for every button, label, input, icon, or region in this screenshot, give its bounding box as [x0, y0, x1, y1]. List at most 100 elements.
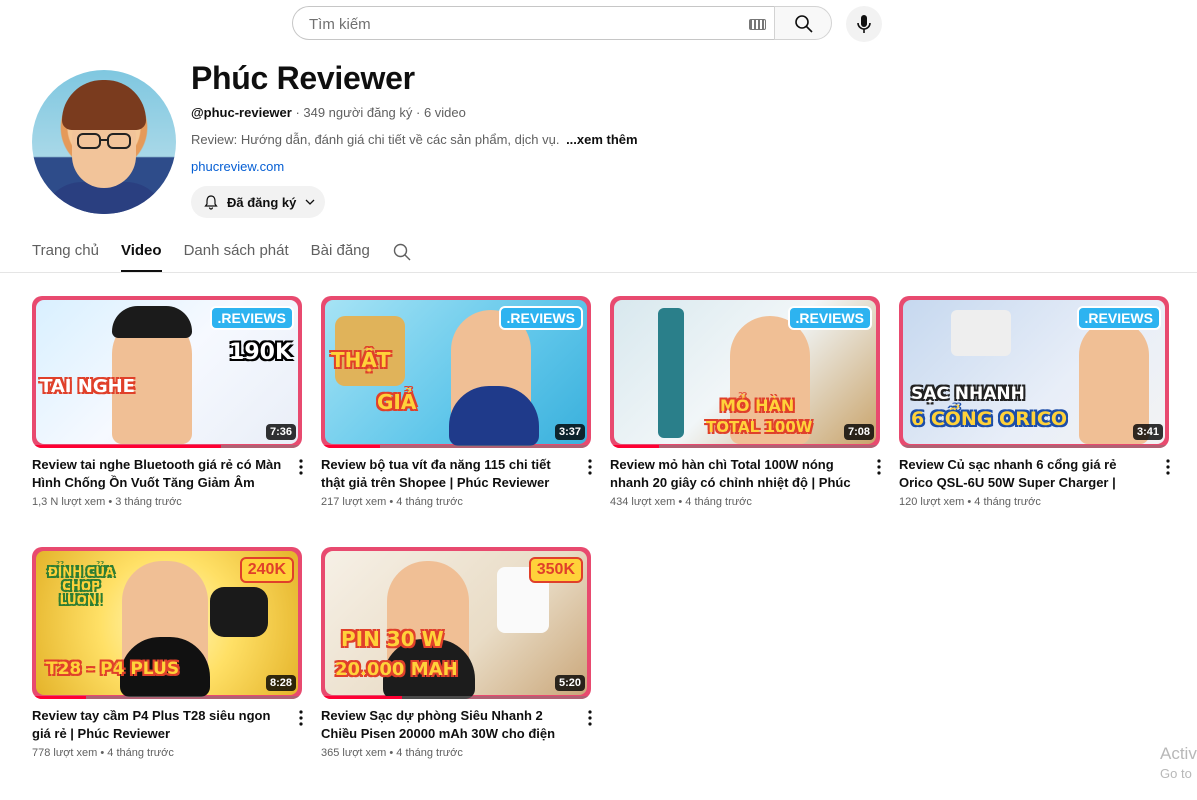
- video-card[interactable]: 240K ĐỈNH CỦA CHÓP LUÔN! T28 - P4 PLUS 8…: [32, 547, 304, 759]
- video-stats: 120 lượt xem • 4 tháng trước: [899, 496, 1041, 508]
- video-title[interactable]: Review mỏ hàn chì Total 100W nóng nhanh …: [610, 456, 860, 492]
- thumb-text: TOTAL 100W: [706, 418, 813, 436]
- video-title[interactable]: Review tai nghe Bluetooth giá rẻ có Màn …: [32, 456, 282, 492]
- more-options-icon[interactable]: [298, 458, 304, 476]
- video-stats: 217 lượt xem • 4 tháng trước: [321, 496, 463, 508]
- upload-age: 4 tháng trước: [396, 496, 463, 508]
- video-duration: 7:36: [265, 424, 296, 440]
- video-duration: 3:41: [1132, 424, 1163, 440]
- video-card[interactable]: .REVIEWS 190K TAI NGHE 7:36 Review tai n…: [32, 296, 304, 508]
- watch-progress: [610, 445, 659, 448]
- tab-playlists[interactable]: Danh sách phát: [184, 232, 289, 272]
- more-options-icon[interactable]: [587, 458, 593, 476]
- video-stats: 1,3 N lượt xem • 3 tháng trước: [32, 496, 182, 508]
- view-count: 365 lượt xem: [321, 747, 387, 759]
- video-duration: 5:20: [554, 675, 585, 691]
- upload-age: 4 tháng trước: [107, 747, 174, 759]
- view-count: 1,3 N lượt xem: [32, 496, 106, 508]
- video-card[interactable]: .REVIEWS THẬT GIẢ 3:37 Review bộ tua vít…: [321, 296, 593, 508]
- video-duration: 8:28: [265, 675, 296, 691]
- channel-handle: @phuc-reviewer: [191, 105, 292, 120]
- thumb-text: THẬT: [331, 348, 391, 372]
- more-options-icon[interactable]: [587, 709, 593, 727]
- bell-icon: [204, 195, 218, 210]
- video-thumbnail[interactable]: .REVIEWS 190K TAI NGHE 7:36: [32, 296, 302, 448]
- video-thumbnail[interactable]: 350K PIN 30 W 20.000 MAH 5:20: [321, 547, 591, 699]
- tab-home[interactable]: Trang chủ: [32, 232, 99, 272]
- video-card[interactable]: .REVIEWS SẠC NHANH 6 CỔNG ORICO 3:41 Rev…: [899, 296, 1171, 508]
- view-count: 120 lượt xem: [899, 496, 965, 508]
- search-input[interactable]: [307, 7, 731, 41]
- watch-progress: [321, 696, 402, 699]
- watch-progress: [32, 696, 86, 699]
- more-options-icon[interactable]: [876, 458, 882, 476]
- thumb-text: PIN 30 W: [341, 627, 444, 651]
- thumb-text: 6 CỔNG ORICO: [911, 408, 1067, 430]
- thumb-text: ĐỈNH CỦA CHÓP LUÔN!: [47, 565, 115, 607]
- video-duration: 7:08: [843, 424, 874, 440]
- upload-age: 4 tháng trước: [974, 496, 1041, 508]
- tabs-divider: [0, 272, 1197, 273]
- tab-videos[interactable]: Video: [120, 232, 162, 272]
- video-thumbnail[interactable]: .REVIEWS SẠC NHANH 6 CỔNG ORICO 3:41: [899, 296, 1169, 448]
- channel-search-icon[interactable]: [392, 242, 412, 262]
- tab-posts[interactable]: Bài đăng: [311, 232, 370, 272]
- channel-tabs: Trang chủ Video Danh sách phát Bài đăng: [32, 232, 392, 272]
- thumb-badge: .REVIEWS: [209, 306, 294, 330]
- thumb-text: TAI NGHE: [40, 376, 135, 397]
- thumb-badge: .REVIEWS: [1076, 306, 1161, 330]
- activation-watermark-subtitle: Go to: [1160, 766, 1192, 781]
- thumb-text: T28 - P4 PLUS: [46, 659, 180, 679]
- search-button[interactable]: [774, 6, 832, 40]
- thumb-badge: .REVIEWS: [787, 306, 872, 330]
- video-card[interactable]: .REVIEWS MỎ HÀN TOTAL 100W 7:08 Review m…: [610, 296, 882, 508]
- thumb-badge: 240K: [239, 557, 294, 583]
- channel-stats: · 349 người đăng ký · 6 video: [291, 105, 466, 120]
- keyboard-icon[interactable]: [749, 19, 766, 30]
- view-count: 217 lượt xem: [321, 496, 387, 508]
- view-count: 778 lượt xem: [32, 747, 98, 759]
- thumb-text: GIẢ: [377, 390, 417, 414]
- watch-progress: [321, 445, 381, 448]
- video-stats: 365 lượt xem • 4 tháng trước: [321, 747, 463, 759]
- thumb-text: SẠC NHANH: [911, 384, 1025, 404]
- video-title[interactable]: Review tay cầm P4 Plus T28 siêu ngon giá…: [32, 707, 282, 743]
- search-bar: [292, 6, 832, 42]
- channel-meta: @phuc-reviewer · 349 người đăng ký · 6 v…: [191, 105, 466, 120]
- activation-watermark-title: Activ: [1160, 744, 1197, 763]
- video-stats: 434 lượt xem • 4 tháng trước: [610, 496, 752, 508]
- thumb-badge: .REVIEWS: [498, 306, 583, 330]
- channel-avatar[interactable]: [32, 70, 176, 214]
- thumb-text: MỎ HÀN: [720, 396, 795, 415]
- video-thumbnail[interactable]: .REVIEWS MỎ HÀN TOTAL 100W 7:08: [610, 296, 880, 448]
- more-options-icon[interactable]: [1165, 458, 1171, 476]
- description-text: Review: Hướng dẫn, đánh giá chi tiết về …: [191, 132, 560, 147]
- voice-search-button[interactable]: [846, 6, 882, 42]
- video-stats: 778 lượt xem • 4 tháng trước: [32, 747, 174, 759]
- channel-description[interactable]: Review: Hướng dẫn, đánh giá chi tiết về …: [191, 132, 638, 147]
- search-box[interactable]: [292, 6, 774, 41]
- subscribed-label: Đã đăng ký: [227, 194, 297, 210]
- thumb-text: 190K: [229, 340, 292, 365]
- more-link[interactable]: ...xem thêm: [566, 132, 638, 147]
- video-title[interactable]: Review bộ tua vít đa năng 115 chi tiết t…: [321, 456, 571, 492]
- thumb-text: 20.000 MAH: [335, 659, 458, 680]
- mic-icon: [857, 15, 871, 33]
- channel-link[interactable]: phucreview.com: [191, 159, 284, 174]
- chevron-down-icon: [305, 199, 315, 205]
- video-title[interactable]: Review Củ sạc nhanh 6 cổng giá rẻ Orico …: [899, 456, 1149, 492]
- subscribed-button[interactable]: Đã đăng ký: [191, 186, 325, 218]
- watch-progress: [32, 445, 221, 448]
- more-options-icon[interactable]: [298, 709, 304, 727]
- video-duration: 3:37: [554, 424, 585, 440]
- upload-age: 4 tháng trước: [685, 496, 752, 508]
- upload-age: 3 tháng trước: [115, 496, 182, 508]
- view-count: 434 lượt xem: [610, 496, 676, 508]
- thumb-badge: 350K: [528, 557, 583, 583]
- video-thumbnail[interactable]: 240K ĐỈNH CỦA CHÓP LUÔN! T28 - P4 PLUS 8…: [32, 547, 302, 699]
- video-card[interactable]: 350K PIN 30 W 20.000 MAH 5:20 Review Sạc…: [321, 547, 593, 759]
- upload-age: 4 tháng trước: [396, 747, 463, 759]
- channel-name: Phúc Reviewer: [191, 60, 415, 96]
- video-title[interactable]: Review Sạc dự phòng Siêu Nhanh 2 Chiều P…: [321, 707, 571, 743]
- video-thumbnail[interactable]: .REVIEWS THẬT GIẢ 3:37: [321, 296, 591, 448]
